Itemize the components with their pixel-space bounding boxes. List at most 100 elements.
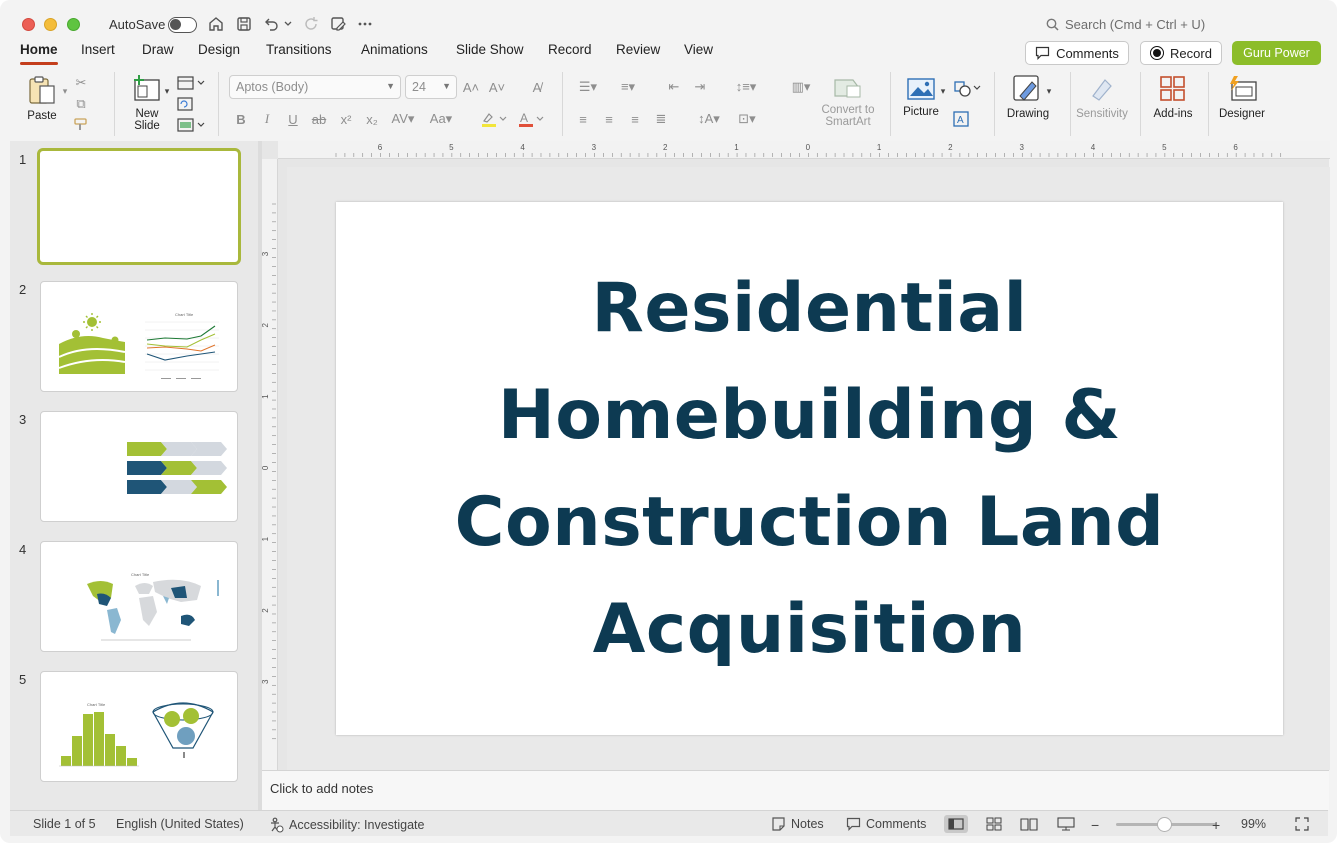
zoom-slider-handle[interactable] — [1157, 817, 1172, 832]
shapes-icon[interactable] — [952, 80, 982, 98]
font-color-icon[interactable]: A — [516, 110, 546, 128]
horizontal-ruler: 6 5 4 3 2 1 0 1 2 3 4 5 6 — [278, 141, 1330, 159]
align-right-icon[interactable]: ≡ — [626, 110, 644, 128]
picture-dropdown-icon[interactable]: ▾ — [934, 82, 952, 100]
convert-to-smartart-button[interactable]: Convert to SmartArt — [816, 76, 880, 128]
notes-pane[interactable]: Click to add notes — [262, 770, 1329, 810]
cut-icon[interactable]: ✂ — [72, 74, 90, 92]
font-name-select[interactable]: Aptos (Body) ▼ — [229, 75, 401, 99]
font-size-select[interactable]: 24 ▼ — [405, 75, 457, 99]
notes-icon — [772, 817, 785, 831]
columns-icon[interactable]: ▥▾ — [784, 78, 818, 96]
tab-animations[interactable]: Animations — [361, 42, 428, 57]
accessibility-status[interactable]: Accessibility: Investigate — [268, 817, 424, 833]
superscript-icon[interactable]: x² — [337, 110, 355, 128]
zoom-level[interactable]: 99% — [1241, 817, 1266, 831]
slide-thumbnail-1[interactable] — [37, 148, 241, 265]
slide-thumbnail-5[interactable]: Chart Title — [40, 671, 238, 782]
increase-font-size-icon[interactable]: A˄ — [462, 78, 480, 96]
smartart-label-2: SmartArt — [825, 116, 871, 128]
justify-icon[interactable]: ≣ — [652, 110, 670, 128]
character-spacing-icon[interactable]: AV▾ — [388, 110, 418, 128]
save-icon[interactable] — [234, 14, 254, 34]
layout-icon[interactable] — [176, 74, 206, 92]
undo-icon[interactable] — [261, 14, 281, 34]
comments-toggle[interactable]: Comments — [846, 817, 926, 831]
increase-indent-icon[interactable]: ⇥ — [691, 78, 709, 96]
more-commands-icon[interactable] — [355, 14, 375, 34]
slide-title-textbox[interactable]: Residential Homebuilding & Construction … — [430, 255, 1190, 683]
sensitivity-button[interactable]: Sensitivity — [1076, 74, 1128, 120]
align-text-icon[interactable]: ⊡▾ — [730, 110, 764, 128]
subscript-icon[interactable]: x₂ — [363, 110, 381, 128]
bullets-icon[interactable]: ☰▾ — [573, 78, 603, 96]
designer-button[interactable]: Designer — [1214, 74, 1270, 120]
autosave-toggle[interactable] — [168, 17, 197, 33]
fit-to-window-icon[interactable] — [1290, 815, 1314, 833]
ribbon-separator — [890, 72, 891, 136]
line-spacing-icon[interactable]: ↕≡▾ — [729, 78, 763, 96]
tab-transitions[interactable]: Transitions — [266, 42, 332, 57]
ribbon-separator — [1070, 72, 1071, 136]
section-icon[interactable] — [176, 116, 206, 134]
slide-thumbnail-3[interactable] — [40, 411, 238, 522]
slide-thumbnail-2[interactable]: Chart Title — [40, 281, 238, 392]
zoom-out-button[interactable]: − — [1091, 817, 1099, 833]
clear-formatting-icon[interactable]: A̸ — [528, 78, 546, 96]
italic-icon[interactable]: I — [258, 110, 276, 128]
ruler-label: 3 — [1019, 143, 1024, 152]
numbering-icon[interactable]: ≡▾ — [613, 78, 643, 96]
record-button[interactable]: Record — [1140, 41, 1222, 65]
redo-icon[interactable] — [301, 14, 321, 34]
decrease-font-size-icon[interactable]: A˅ — [488, 78, 506, 96]
normal-view-icon[interactable] — [944, 815, 968, 833]
undo-dropdown-icon[interactable] — [281, 14, 295, 34]
tab-slide-show[interactable]: Slide Show — [456, 42, 524, 57]
format-painter-icon[interactable] — [72, 116, 90, 134]
underline-icon[interactable]: U — [284, 110, 302, 128]
add-ins-button[interactable]: Add-ins — [1148, 74, 1198, 120]
tab-view[interactable]: View — [684, 42, 713, 57]
copy-icon[interactable]: ⧉ — [72, 95, 90, 113]
home-icon[interactable] — [206, 14, 226, 34]
tab-review[interactable]: Review — [616, 42, 660, 57]
ruler-label: 1 — [877, 143, 882, 152]
align-center-icon[interactable]: ≡ — [600, 110, 618, 128]
reading-view-icon[interactable] — [1017, 815, 1041, 833]
minimize-window-button[interactable] — [44, 18, 57, 31]
comment-icon — [1035, 46, 1050, 60]
highlight-color-icon[interactable] — [479, 110, 509, 128]
text-box-icon[interactable]: A — [952, 110, 970, 128]
reset-slide-icon[interactable] — [176, 95, 194, 113]
change-case-icon[interactable]: Aa▾ — [426, 110, 456, 128]
slide-show-view-icon[interactable] — [1054, 815, 1078, 833]
decrease-indent-icon[interactable]: ⇤ — [665, 78, 683, 96]
ruler-label: 2 — [262, 608, 270, 613]
notes-toggle[interactable]: Notes — [771, 817, 824, 831]
slide-number: 1 — [19, 152, 27, 167]
close-window-button[interactable] — [22, 18, 35, 31]
customize-toolbar-icon[interactable] — [328, 14, 348, 34]
tab-design[interactable]: Design — [198, 42, 240, 57]
slide-thumbnail-4[interactable]: Chart Title — [40, 541, 238, 652]
tab-record[interactable]: Record — [548, 42, 592, 57]
drawing-dropdown-icon[interactable]: ▾ — [1040, 82, 1058, 100]
bold-icon[interactable]: B — [232, 110, 250, 128]
text-direction-icon[interactable]: ↕A▾ — [694, 110, 724, 128]
current-slide[interactable]: Residential Homebuilding & Construction … — [336, 202, 1283, 735]
tab-draw[interactable]: Draw — [142, 42, 174, 57]
new-slide-dropdown-icon[interactable]: ▾ — [158, 82, 176, 100]
language-status[interactable]: English (United States) — [116, 817, 244, 831]
strikethrough-icon[interactable]: ab — [310, 110, 328, 128]
search-box[interactable]: Search (Cmd + Ctrl + U) — [1046, 17, 1205, 32]
tab-insert[interactable]: Insert — [81, 42, 115, 57]
tab-home[interactable]: Home — [20, 42, 58, 65]
ruler-label: 4 — [1091, 143, 1096, 152]
comments-button[interactable]: Comments — [1025, 41, 1129, 65]
zoom-in-button[interactable]: + — [1212, 817, 1220, 833]
search-icon — [1046, 18, 1059, 31]
guru-power-button[interactable]: Guru Power — [1232, 41, 1321, 65]
align-left-icon[interactable]: ≡ — [574, 110, 592, 128]
zoom-window-button[interactable] — [67, 18, 80, 31]
slide-sorter-view-icon[interactable] — [982, 815, 1006, 833]
